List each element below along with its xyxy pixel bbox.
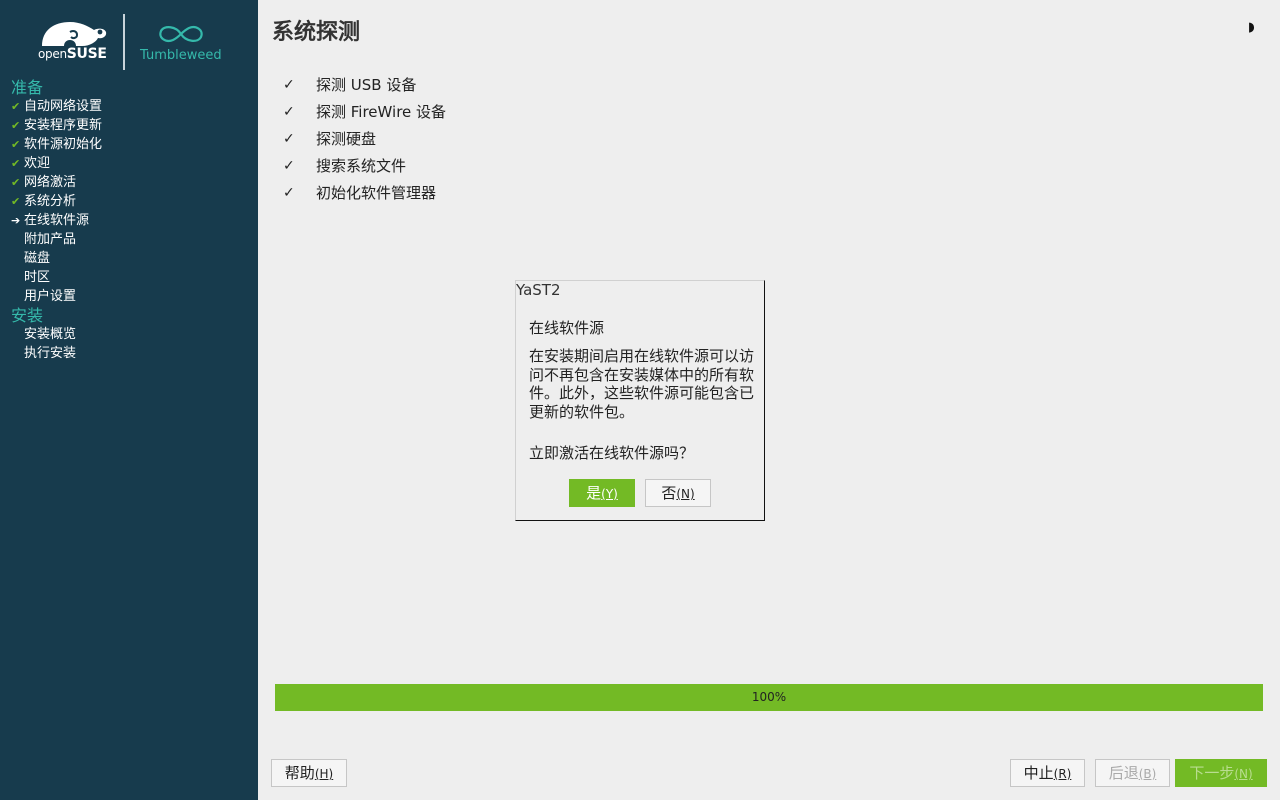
probe-item: ✓ 搜索系统文件 [283, 153, 446, 180]
check-icon: ✔ [11, 157, 21, 170]
check-icon: ✔ [11, 119, 21, 132]
dialog-heading: 在线软件源 [529, 319, 605, 337]
sidebar-step-label: 系统分析 [24, 194, 77, 209]
check-icon: ✔ [11, 138, 21, 151]
help-button[interactable]: 帮助(H) [271, 759, 347, 787]
sidebar-step: ✔ 欢迎 [0, 154, 258, 173]
sidebar-step: ✔ 系统分析 [0, 192, 258, 211]
sidebar-step-label: 软件源初始化 [24, 137, 103, 152]
sidebar-step-label: 时区 [24, 270, 51, 285]
sidebar-step: 时区 [0, 268, 258, 287]
sidebar-step-label: 安装概览 [24, 327, 77, 342]
half-moon-icon[interactable]: ◗ [1248, 21, 1262, 35]
check-icon: ✓ [283, 104, 295, 120]
next-button[interactable]: 下一步(N) [1175, 759, 1267, 787]
online-repo-dialog: YaST2 在线软件源 在安装期间启用在线软件源可以访问不再包含在安装媒体中的所… [515, 280, 765, 521]
sidebar-step-label: 自动网络设置 [24, 99, 103, 114]
sidebar-step-label: 安装程序更新 [24, 118, 103, 133]
opensuse-wordmark: openSUSE [38, 46, 107, 62]
progress-label: 100% [751, 690, 787, 704]
page-title: 系统探测 [272, 20, 361, 45]
sidebar-step: 用户设置 [0, 287, 258, 306]
sidebar-step-label: 执行安装 [24, 346, 77, 361]
sidebar-step: 安装概览 [0, 325, 258, 344]
opensuse-tumbleweed-logo: openSUSE Tumbleweed [38, 14, 228, 72]
tumbleweed-wordmark: Tumbleweed [140, 48, 222, 63]
check-icon: ✓ [283, 131, 295, 147]
check-icon: ✔ [11, 176, 21, 189]
sidebar-section-heading: 准备 [11, 78, 44, 97]
sidebar-step: 执行安装 [0, 344, 258, 363]
probe-item-label: 初始化软件管理器 [316, 184, 437, 202]
probe-item-label: 探测 USB 设备 [316, 76, 417, 94]
probe-item: ✓ 探测 FireWire 设备 [283, 99, 446, 126]
sidebar: openSUSE Tumbleweed 准备 ✔ 自动网络设置 ✔ 安装程序更新 ✔ 软件源… [0, 0, 258, 800]
sidebar-step-label: 附加产品 [24, 232, 77, 247]
check-icon: ✔ [11, 100, 21, 113]
sidebar-step: ✔ 安装程序更新 [0, 116, 258, 135]
probe-item: ✓ 探测 USB 设备 [283, 72, 446, 99]
sidebar-step: ✔ 网络激活 [0, 173, 258, 192]
check-icon: ✓ [283, 185, 295, 201]
probe-item: ✓ 探测硬盘 [283, 126, 446, 153]
back-button[interactable]: 后退(B) [1095, 759, 1170, 787]
no-button[interactable]: 否(N) [645, 479, 711, 507]
probe-item-label: 探测 FireWire 设备 [316, 103, 447, 121]
probe-item: ✓ 初始化软件管理器 [283, 180, 446, 207]
arrow-right-icon: ➔ [11, 214, 21, 227]
check-icon: ✓ [283, 77, 295, 93]
dialog-title: YaST2 [516, 281, 561, 299]
infinity-icon [159, 26, 203, 42]
sidebar-step-label: 在线软件源 [24, 213, 90, 228]
check-icon: ✔ [11, 195, 21, 208]
sidebar-step: ✔ 自动网络设置 [0, 97, 258, 116]
yes-button[interactable]: 是(Y) [569, 479, 635, 507]
progress-bar: 100% [275, 684, 1263, 711]
sidebar-step-label: 磁盘 [24, 251, 51, 266]
sidebar-step: ➔ 在线软件源 [0, 211, 258, 230]
sidebar-section-heading: 安装 [11, 306, 44, 325]
dialog-question: 立即激活在线软件源吗？ [529, 444, 695, 462]
dialog-body: 在安装期间启用在线软件源可以访问不再包含在安装媒体中的所有软件。此外，这些软件源… [529, 347, 755, 421]
probe-list: ✓ 探测 USB 设备 ✓ 探测 FireWire 设备 ✓ 探测硬盘 ✓ 搜索系统文件 ✓ 初始… [283, 72, 446, 207]
install-steps-list: 准备 ✔ 自动网络设置 ✔ 安装程序更新 ✔ 软件源初始化 ✔ 欢迎 ✔ 网络激活 ✔ 系统分析 ➔ 在线软… [0, 78, 258, 363]
probe-item-label: 探测硬盘 [316, 130, 377, 148]
chameleon-logo-icon [42, 22, 107, 46]
sidebar-step-label: 欢迎 [24, 156, 51, 171]
check-icon: ✓ [283, 158, 295, 174]
logo-divider [123, 14, 125, 70]
sidebar-step: ✔ 软件源初始化 [0, 135, 258, 154]
abort-button[interactable]: 中止(R) [1010, 759, 1085, 787]
sidebar-step: 磁盘 [0, 249, 258, 268]
sidebar-step: 附加产品 [0, 230, 258, 249]
sidebar-step-label: 网络激活 [24, 175, 77, 190]
sidebar-step-label: 用户设置 [24, 289, 77, 304]
probe-item-label: 搜索系统文件 [316, 157, 407, 175]
